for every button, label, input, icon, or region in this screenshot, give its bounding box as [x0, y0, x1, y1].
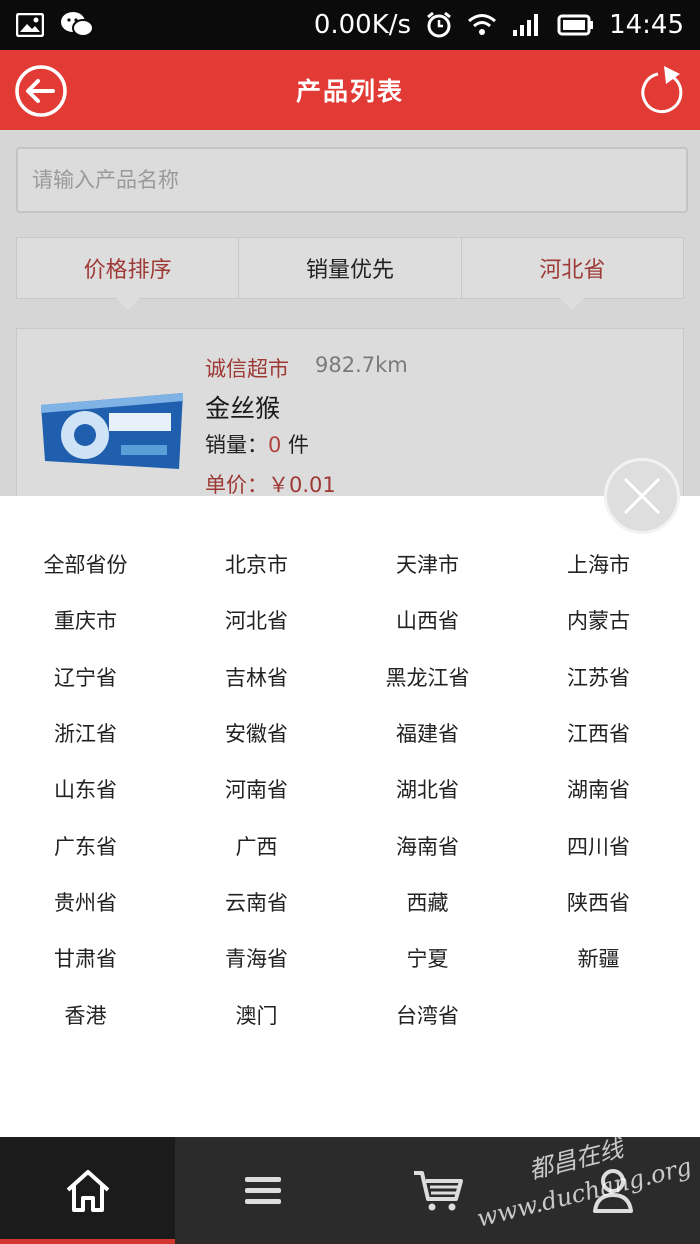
province-option[interactable]: 北京市 [171, 536, 342, 592]
product-image [41, 393, 183, 469]
refresh-icon[interactable] [636, 62, 686, 118]
product-list-page: 请输入产品名称 价格排序 销量优先 河北省 诚信超市 982.7km 金丝猴 销… [0, 130, 700, 508]
caret-icon [115, 298, 140, 310]
caret-icon [560, 298, 585, 310]
province-option[interactable]: 广东省 [0, 817, 171, 873]
tab-label: 价格排序 [83, 258, 172, 283]
menu-icon [244, 1176, 281, 1204]
province-option[interactable]: 湖北省 [342, 761, 513, 817]
tab-label: 河北省 [539, 258, 606, 283]
province-option[interactable]: 上海市 [513, 536, 684, 592]
distance: 982.7km [315, 353, 408, 377]
province-option[interactable]: 浙江省 [0, 705, 171, 761]
province-option[interactable]: 台湾省 [342, 986, 513, 1042]
search-input[interactable]: 请输入产品名称 [16, 147, 688, 213]
close-icon [623, 477, 661, 515]
cart-icon [413, 1170, 463, 1210]
store-name: 诚信超市 [205, 357, 289, 381]
province-option[interactable]: 澳门 [171, 986, 342, 1042]
province-option[interactable]: 西藏 [342, 874, 513, 930]
province-option[interactable]: 天津市 [342, 536, 513, 592]
province-picker: 全部省份 北京市 天津市 上海市重庆市 河北省 山西省 内蒙古辽宁省 吉林省 黑龙江省 江苏省浙江… [0, 496, 700, 1137]
province-option[interactable]: 贵州省 [0, 874, 171, 930]
network-speed: 0.00K/s [313, 10, 412, 40]
province-option[interactable]: 重庆市 [0, 592, 171, 648]
tab-province[interactable]: 河北省 [462, 238, 683, 310]
signal-icon [513, 14, 539, 36]
home-icon [66, 1169, 109, 1212]
product-name: 金丝猴 [205, 394, 281, 423]
province-option[interactable]: 福建省 [342, 705, 513, 761]
province-option[interactable]: 海南省 [342, 817, 513, 873]
back-icon[interactable] [14, 64, 68, 118]
province-option[interactable]: 香港 [0, 986, 171, 1042]
clock: 14:45 [609, 10, 684, 40]
sort-bar: 价格排序 销量优先 河北省 [16, 237, 684, 310]
tab-sales-priority[interactable]: 销量优先 [239, 238, 462, 298]
app-header: 产品列表 [0, 50, 700, 130]
province-option[interactable]: 辽宁省 [0, 649, 171, 705]
province-option[interactable]: 河南省 [171, 761, 342, 817]
province-option[interactable]: 河北省 [171, 592, 342, 648]
nav-menu[interactable] [175, 1137, 350, 1244]
province-option[interactable]: 宁夏 [342, 930, 513, 986]
wechat-icon [61, 12, 94, 37]
province-option[interactable]: 甘肃省 [0, 930, 171, 986]
province-option[interactable]: 内蒙古 [513, 592, 684, 648]
province-option[interactable]: 广西 [171, 817, 342, 873]
tab-price-sort[interactable]: 价格排序 [17, 238, 240, 310]
battery-icon [557, 14, 594, 36]
sales-count: 0 [268, 433, 282, 457]
province-grid: 全部省份 北京市 天津市 上海市重庆市 河北省 山西省 内蒙古辽宁省 吉林省 黑龙江省 江苏省浙江… [0, 536, 700, 1043]
province-option[interactable]: 全部省份 [0, 536, 171, 592]
sales-info: 销量：0 件 [205, 429, 309, 459]
sales-label: 销量： [205, 433, 268, 457]
wifi-icon [468, 14, 497, 35]
province-option[interactable]: 山西省 [342, 592, 513, 648]
status-bar: 0.00K/s 14:45 [0, 0, 700, 50]
province-option[interactable]: 四川省 [513, 817, 684, 873]
province-option[interactable]: 吉林省 [171, 649, 342, 705]
province-option[interactable]: 新疆 [513, 930, 684, 986]
province-option[interactable]: 湖南省 [513, 761, 684, 817]
close-button[interactable] [604, 458, 680, 534]
province-option[interactable]: 黑龙江省 [342, 649, 513, 705]
tab-label: 销量优先 [305, 258, 394, 283]
province-option[interactable]: 山东省 [0, 761, 171, 817]
product-card[interactable]: 诚信超市 982.7km 金丝猴 销量：0 件 单价：￥0.01 [16, 328, 684, 508]
province-option[interactable]: 云南省 [171, 874, 342, 930]
province-option[interactable]: 安徽省 [171, 705, 342, 761]
image-icon [16, 13, 44, 37]
nav-home[interactable] [0, 1137, 175, 1244]
page-title: 产品列表 [295, 77, 404, 106]
sales-unit: 件 [281, 433, 310, 457]
alarm-icon [427, 11, 451, 38]
province-option[interactable]: 青海省 [171, 930, 342, 986]
province-option[interactable]: 江西省 [513, 705, 684, 761]
province-option[interactable]: 陕西省 [513, 874, 684, 930]
province-option[interactable]: 江苏省 [513, 649, 684, 705]
unit-price: 单价：￥0.01 [205, 473, 336, 497]
